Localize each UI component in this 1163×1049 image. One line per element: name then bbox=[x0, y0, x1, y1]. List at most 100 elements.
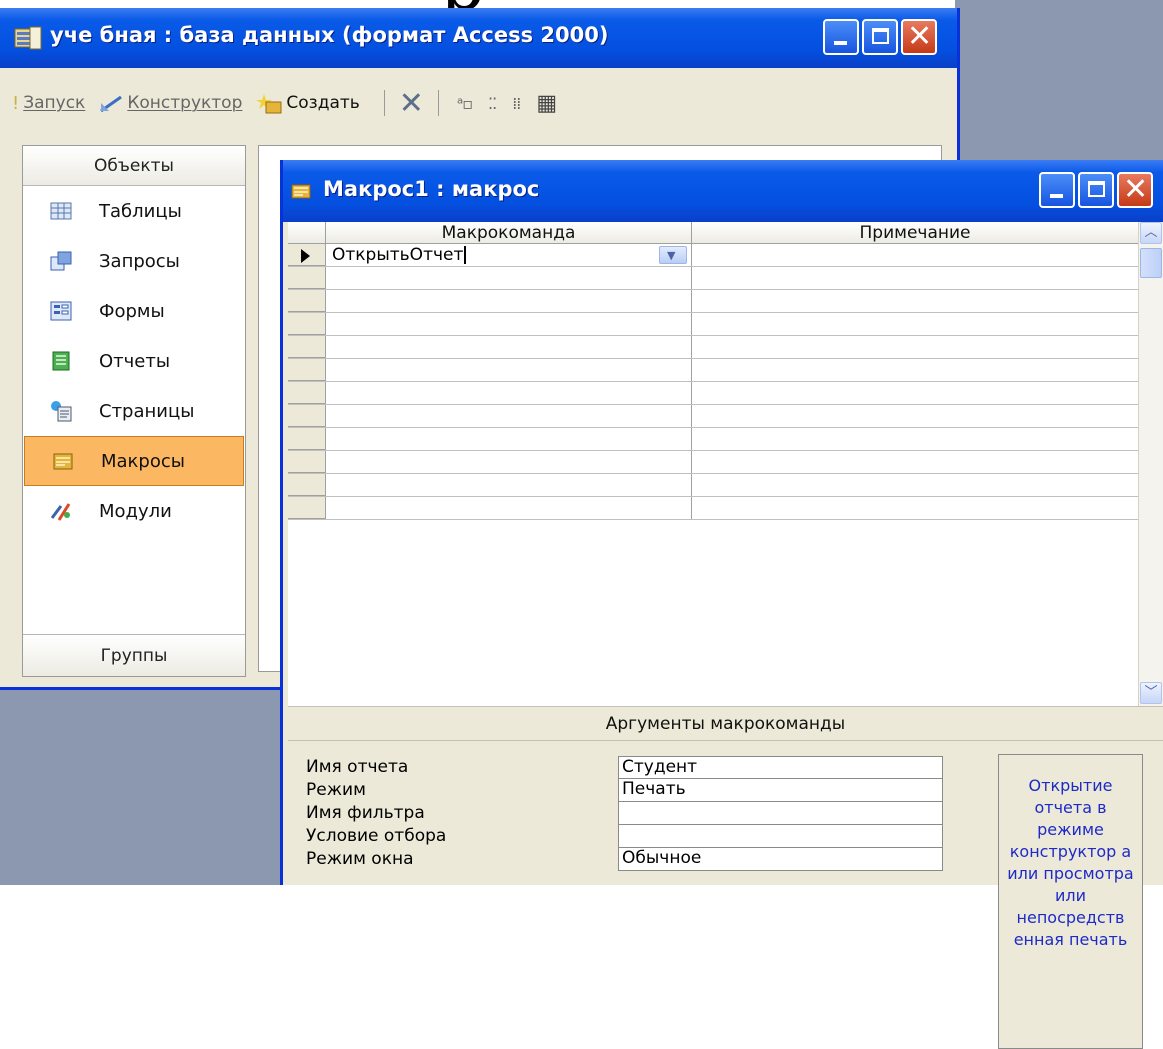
database-window-titlebar[interactable]: уче бная : база данных (формат Access 20… bbox=[0, 8, 957, 68]
argument-value-field[interactable] bbox=[618, 802, 943, 825]
row-selector[interactable] bbox=[288, 267, 326, 289]
macro-maximize-button[interactable] bbox=[1078, 172, 1114, 208]
table-row[interactable] bbox=[288, 336, 1138, 359]
argument-value-field[interactable]: Студент bbox=[618, 756, 943, 779]
vertical-scrollbar[interactable]: ︿ ﹀ bbox=[1138, 222, 1163, 706]
macro-window-titlebar[interactable]: Макрос1 : макрос ✕ bbox=[283, 160, 1163, 222]
comment-cell[interactable] bbox=[692, 428, 1138, 450]
objects-item-label: Отчеты bbox=[99, 350, 171, 372]
comment-cell[interactable] bbox=[692, 451, 1138, 473]
scroll-down-button[interactable]: ﹀ bbox=[1140, 682, 1162, 704]
maximize-button[interactable] bbox=[862, 19, 898, 55]
action-dropdown-button[interactable]: ▼ bbox=[659, 246, 687, 264]
close-icon: ✕ bbox=[907, 19, 933, 54]
table-row[interactable] bbox=[288, 267, 1138, 290]
action-cell[interactable] bbox=[326, 428, 692, 450]
design-button[interactable]: Конструктор bbox=[99, 93, 242, 113]
action-cell[interactable] bbox=[326, 313, 692, 335]
toolbar-separator bbox=[383, 90, 385, 116]
text-caret bbox=[464, 246, 467, 264]
row-selector[interactable] bbox=[288, 244, 326, 266]
table-row[interactable] bbox=[288, 359, 1138, 382]
minimize-icon bbox=[834, 41, 847, 45]
small-icons-icon[interactable]: ⁚⁚ bbox=[488, 94, 497, 113]
macro-window-controls: ✕ bbox=[1039, 172, 1153, 208]
comment-cell[interactable] bbox=[692, 405, 1138, 427]
macro-close-button[interactable]: ✕ bbox=[1117, 172, 1153, 208]
row-selector[interactable] bbox=[288, 313, 326, 335]
table-row[interactable]: ОткрытьОтчет ▼ bbox=[288, 244, 1138, 267]
objects-item-form[interactable]: Формы bbox=[23, 286, 245, 336]
macro-window: Макрос1 : макрос ✕ Макрокоманда Примечан… bbox=[280, 160, 1163, 1049]
groups-header[interactable]: Группы bbox=[23, 634, 245, 676]
table-row[interactable] bbox=[288, 497, 1138, 520]
row-selector[interactable] bbox=[288, 474, 326, 496]
row-selector[interactable] bbox=[288, 497, 326, 519]
argument-value-field[interactable]: Печать bbox=[618, 779, 943, 802]
objects-item-table[interactable]: Таблицы bbox=[23, 186, 245, 236]
row-selector[interactable] bbox=[288, 382, 326, 404]
action-cell[interactable] bbox=[326, 497, 692, 519]
row-selector[interactable] bbox=[288, 359, 326, 381]
column-header-comment[interactable]: Примечание bbox=[692, 222, 1138, 243]
row-selector[interactable] bbox=[288, 290, 326, 312]
action-cell[interactable] bbox=[326, 474, 692, 496]
comment-cell[interactable] bbox=[692, 497, 1138, 519]
large-icons-icon[interactable]: ᵃ▫ bbox=[457, 94, 473, 113]
maximize-icon bbox=[872, 28, 889, 44]
minimize-button[interactable] bbox=[823, 19, 859, 55]
objects-item-report[interactable]: Отчеты bbox=[23, 336, 245, 386]
objects-item-query[interactable]: Запросы bbox=[23, 236, 245, 286]
row-selector[interactable] bbox=[288, 451, 326, 473]
comment-cell[interactable] bbox=[692, 313, 1138, 335]
table-row[interactable] bbox=[288, 451, 1138, 474]
action-cell[interactable] bbox=[326, 451, 692, 473]
row-selector[interactable] bbox=[288, 405, 326, 427]
run-button[interactable]: ! Запуск bbox=[12, 93, 85, 114]
delete-icon[interactable]: ✕ bbox=[399, 86, 424, 121]
list-view-icon[interactable]: ⁞⁞ bbox=[512, 94, 521, 113]
table-row[interactable] bbox=[288, 290, 1138, 313]
action-cell[interactable] bbox=[326, 405, 692, 427]
action-cell[interactable]: ОткрытьОтчет ▼ bbox=[326, 244, 692, 266]
comment-cell[interactable] bbox=[692, 244, 1138, 266]
objects-item-label: Модули bbox=[99, 500, 172, 522]
grid-corner-selector[interactable] bbox=[288, 222, 326, 243]
action-cell[interactable] bbox=[326, 267, 692, 289]
argument-value-field[interactable]: Обычное bbox=[618, 848, 943, 871]
row-selector[interactable] bbox=[288, 336, 326, 358]
scroll-up-button[interactable]: ︿ bbox=[1140, 222, 1162, 244]
comment-cell[interactable] bbox=[692, 336, 1138, 358]
comment-cell[interactable] bbox=[692, 382, 1138, 404]
objects-item-module[interactable]: Модули bbox=[23, 486, 245, 536]
table-row[interactable] bbox=[288, 474, 1138, 497]
table-row[interactable] bbox=[288, 405, 1138, 428]
close-button[interactable]: ✕ bbox=[901, 19, 937, 55]
close-icon: ✕ bbox=[1123, 172, 1149, 207]
macro-icon bbox=[51, 450, 75, 472]
column-header-action[interactable]: Макрокоманда bbox=[326, 222, 692, 243]
action-cell[interactable] bbox=[326, 336, 692, 358]
row-selector[interactable] bbox=[288, 428, 326, 450]
macro-minimize-button[interactable] bbox=[1039, 172, 1075, 208]
report-icon bbox=[49, 350, 73, 372]
details-view-icon[interactable]: ▦ bbox=[536, 91, 557, 116]
create-button[interactable]: Создать bbox=[256, 92, 360, 114]
objects-header[interactable]: Объекты bbox=[23, 146, 245, 186]
objects-item-page[interactable]: Страницы bbox=[23, 386, 245, 436]
table-row[interactable] bbox=[288, 313, 1138, 336]
action-cell[interactable] bbox=[326, 382, 692, 404]
table-row[interactable] bbox=[288, 428, 1138, 451]
action-cell[interactable] bbox=[326, 290, 692, 312]
comment-cell[interactable] bbox=[692, 267, 1138, 289]
action-cell[interactable] bbox=[326, 359, 692, 381]
argument-value-field[interactable] bbox=[618, 825, 943, 848]
comment-cell[interactable] bbox=[692, 474, 1138, 496]
objects-item-macro[interactable]: Макросы bbox=[24, 436, 244, 486]
argument-fields: Студент Печать Обычное bbox=[618, 756, 943, 871]
comment-cell[interactable] bbox=[692, 290, 1138, 312]
table-row[interactable] bbox=[288, 382, 1138, 405]
arguments-header: Аргументы макрокоманды bbox=[288, 706, 1163, 741]
comment-cell[interactable] bbox=[692, 359, 1138, 381]
scroll-thumb[interactable] bbox=[1140, 248, 1162, 278]
